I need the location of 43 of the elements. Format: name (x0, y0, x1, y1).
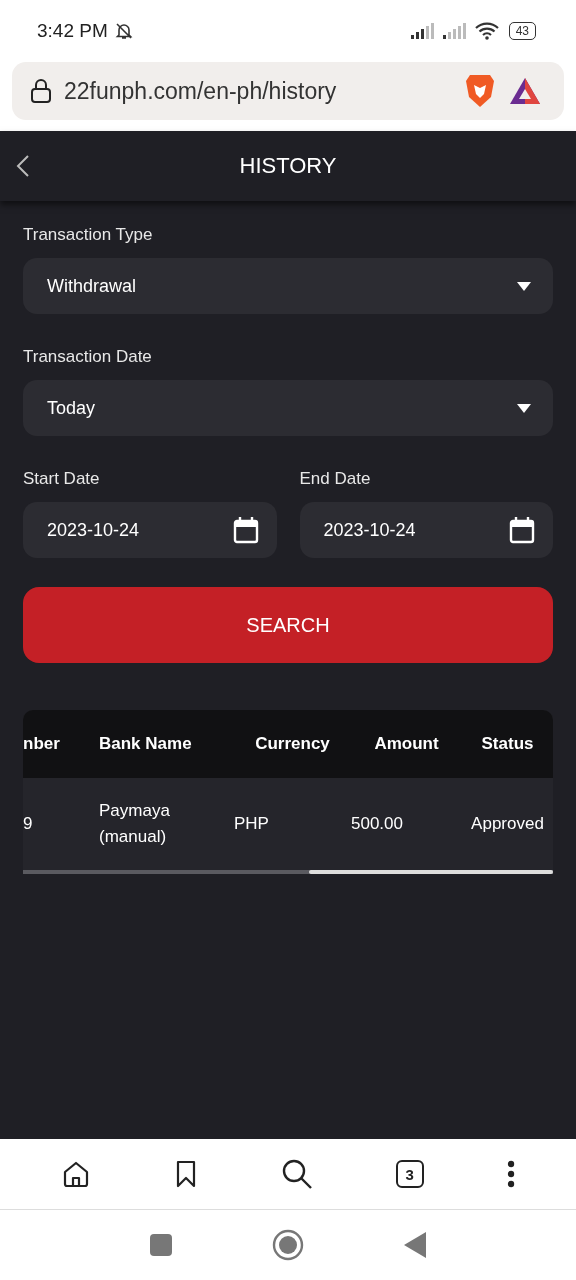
recents-icon[interactable] (150, 1234, 172, 1256)
column-header: nber (23, 734, 61, 754)
horizontal-scrollbar[interactable] (23, 870, 553, 874)
search-icon[interactable] (281, 1158, 313, 1190)
table-cell-text: 9 (23, 813, 33, 835)
field-label: Transaction Date (23, 347, 152, 367)
transaction-type-dropdown[interactable]: Withdrawal (23, 258, 553, 314)
back-triangle-icon[interactable] (404, 1232, 426, 1258)
address-bar[interactable]: 22funph.com/en-ph/history (12, 62, 564, 120)
dropdown-caret-icon (517, 281, 531, 291)
tab-count-button[interactable]: 3 (395, 1160, 424, 1188)
search-button[interactable]: SEARCH (23, 587, 553, 663)
field-label: Start Date (23, 469, 100, 489)
url-text: 22funph.com/en-ph/history (64, 77, 337, 105)
calendar-icon (232, 516, 259, 544)
battery-indicator: 43 (508, 22, 536, 40)
column-header: Bank Name (99, 734, 193, 754)
table-cell-text: PHP (234, 813, 269, 835)
table-cell-text: Approved (471, 813, 544, 835)
signal-icon (442, 23, 469, 39)
dropdown-caret-icon (517, 403, 531, 413)
column-header: Status (480, 734, 535, 754)
table-cell-text: 500.00 (351, 813, 403, 835)
calendar-icon (509, 516, 535, 544)
back-icon[interactable] (16, 154, 30, 178)
home-circle-icon[interactable] (272, 1229, 304, 1261)
date-field[interactable]: 2023-10-24 (299, 502, 553, 558)
wifi-icon (474, 22, 499, 40)
table-cell-text: Paymaya (manual) (99, 800, 171, 848)
field-label: End Date (299, 469, 371, 489)
lock-icon (30, 78, 52, 104)
lion-shield-icon[interactable] (464, 73, 496, 109)
triangle-icon[interactable] (508, 76, 542, 106)
column-header: Currency (254, 734, 331, 754)
status-time: 3:42 PM (37, 20, 108, 42)
page-title: HISTORY (239, 153, 337, 179)
transaction-date-dropdown[interactable]: Today (23, 380, 553, 436)
signal-icon (410, 23, 437, 39)
menu-icon[interactable] (506, 1160, 515, 1188)
field-label: Transaction Type (23, 225, 153, 245)
bell-off-icon (113, 21, 134, 41)
date-field[interactable]: 2023-10-24 (23, 502, 277, 558)
column-header: Amount (373, 734, 440, 754)
